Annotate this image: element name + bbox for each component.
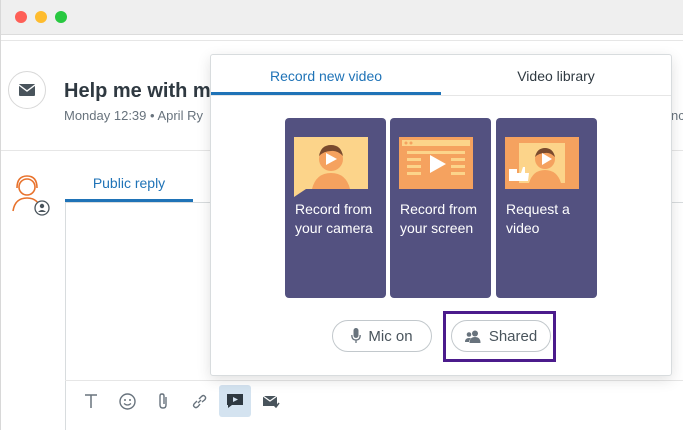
tab-record-new-video[interactable]: Record new video — [211, 68, 441, 84]
shared-button-highlight — [443, 311, 556, 362]
record-camera-label: Record from your camera — [295, 201, 373, 236]
ticket-meta: Monday 12:39 • April Ry — [64, 108, 203, 123]
mic-toggle-label: Mic on — [368, 327, 413, 345]
title-bar — [1, 0, 683, 35]
ticket-channel-avatar — [8, 71, 46, 109]
text-format-icon[interactable] — [75, 385, 107, 417]
tab-public-reply[interactable]: Public reply — [65, 175, 193, 191]
ticket-meta-right: nc — [671, 108, 683, 123]
minimize-window-button[interactable] — [35, 11, 47, 23]
envelope-icon — [19, 84, 35, 96]
agent-avatar — [11, 173, 51, 217]
email-icon[interactable] — [255, 385, 287, 417]
record-screen-card[interactable]: Record from your screen — [390, 118, 491, 298]
link-icon[interactable] — [183, 385, 215, 417]
mic-toggle-button[interactable]: Mic on — [332, 320, 432, 352]
microphone-icon — [351, 328, 362, 343]
request-video-card[interactable]: Request a video — [496, 118, 597, 298]
tab-video-library[interactable]: Video library — [441, 68, 671, 84]
record-screen-label: Record from your screen — [400, 201, 478, 236]
video-request-icon — [505, 137, 579, 189]
close-window-button[interactable] — [15, 11, 27, 23]
camera-person-icon — [294, 137, 368, 197]
app-window: Help me with my Monday 12:39 • April Ry … — [0, 0, 683, 430]
video-recorder-popover: Record new video Video library Record fr… — [210, 54, 672, 376]
screen-play-icon — [399, 137, 473, 189]
attachment-icon[interactable] — [147, 385, 179, 417]
tab-border — [211, 95, 671, 96]
request-video-label: Request a video — [506, 201, 570, 236]
ticket-title: Help me with my — [64, 80, 222, 102]
agent-headset-icon — [12, 175, 50, 216]
header-divider — [1, 40, 683, 41]
record-camera-card[interactable]: Record from your camera — [285, 118, 386, 298]
maximize-window-button[interactable] — [55, 11, 67, 23]
emoji-icon[interactable] — [111, 385, 143, 417]
video-icon[interactable] — [219, 385, 251, 417]
